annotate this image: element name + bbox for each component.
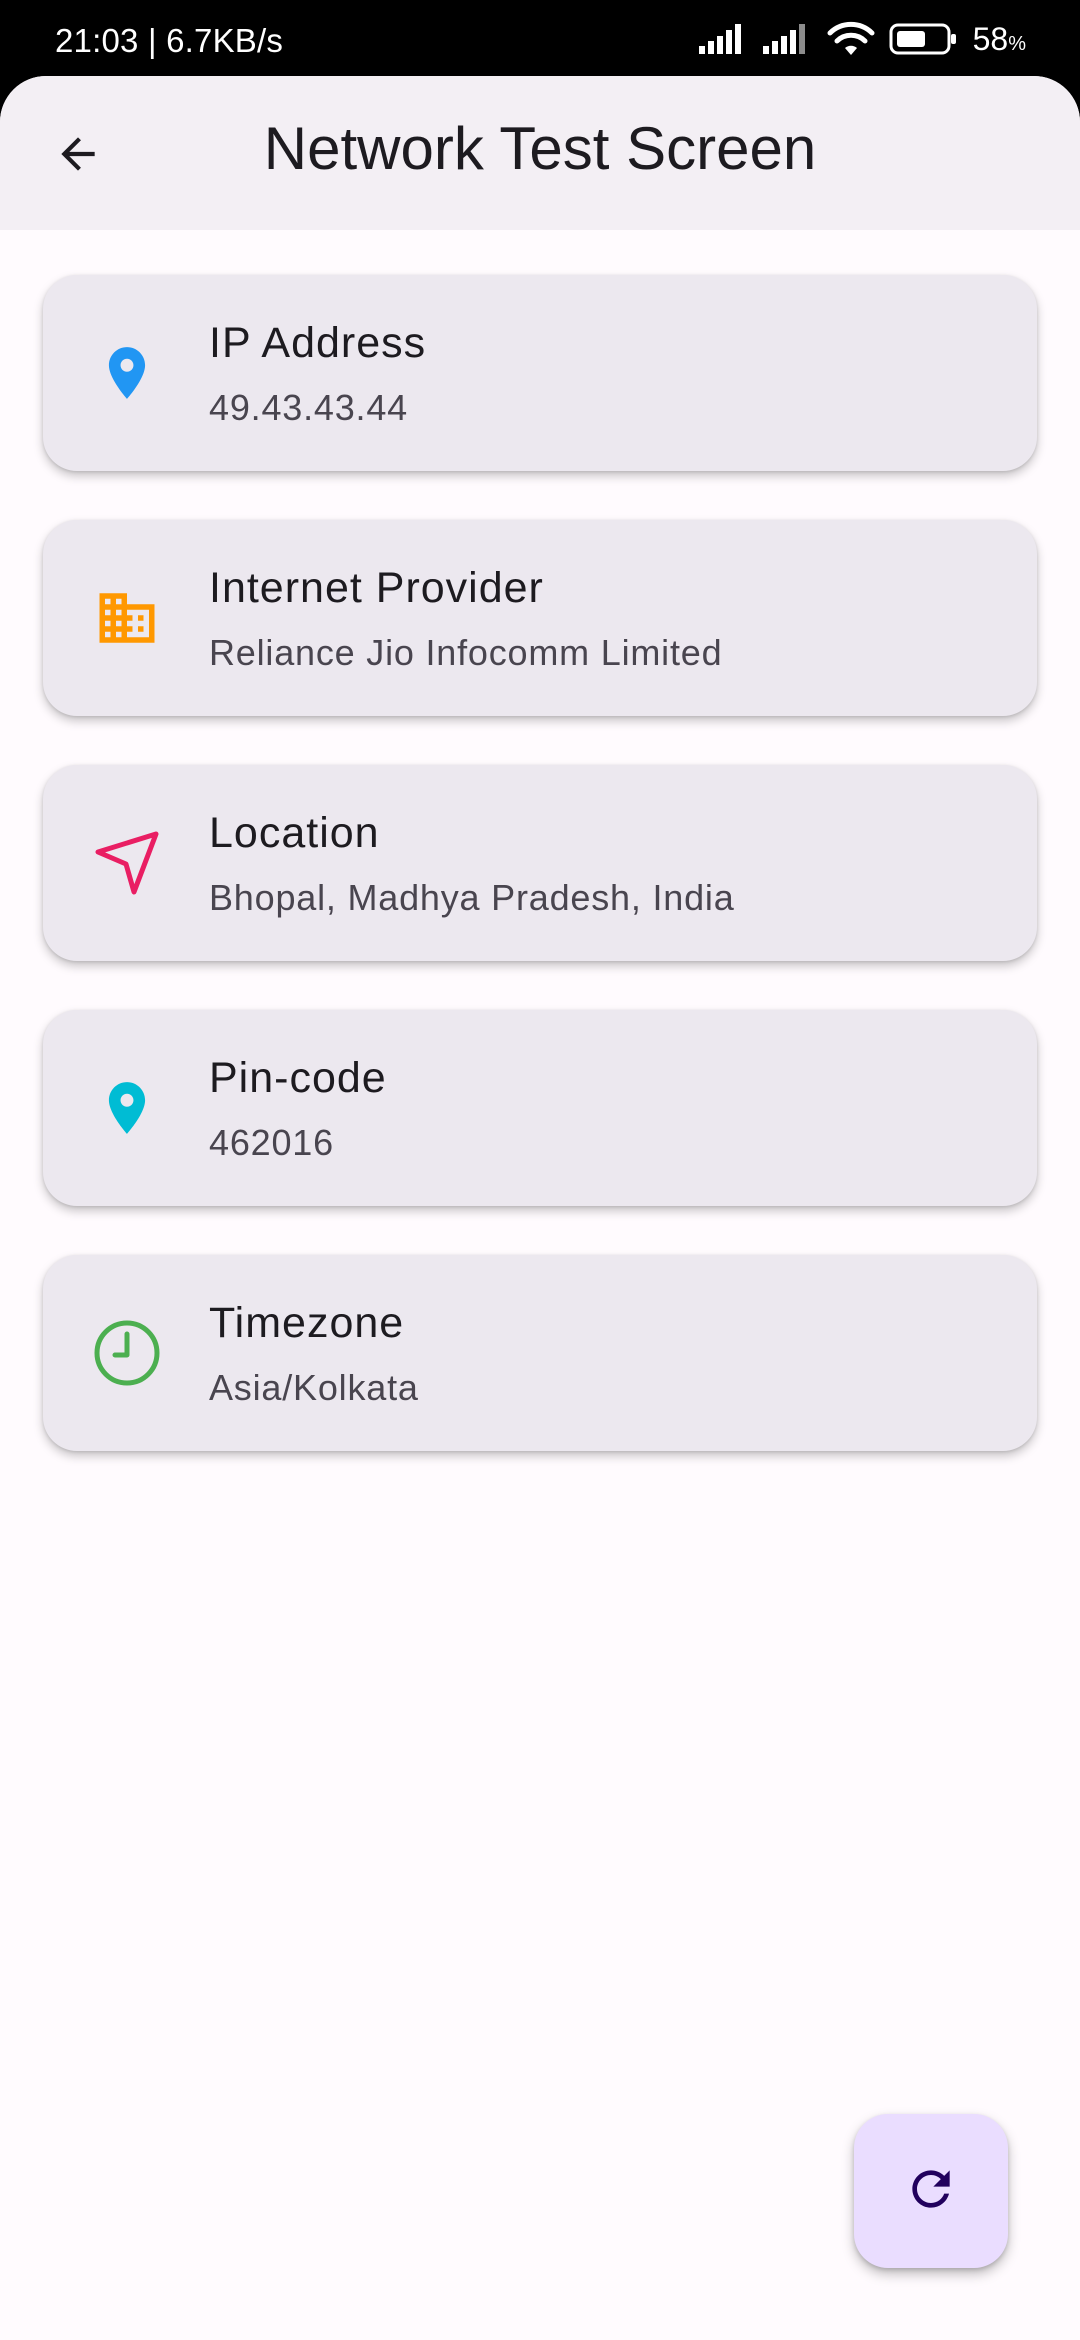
refresh-button[interactable] xyxy=(854,2114,1008,2268)
card-value: Reliance Jio Infocomm Limited xyxy=(209,632,723,673)
location-pin-icon xyxy=(89,335,165,411)
status-time-speed: 21:03 | 6.7KB/s xyxy=(55,22,284,59)
info-card-pin-code: Pin-code 462016 xyxy=(43,1010,1037,1206)
info-card-ip-address: IP Address 49.43.43.44 xyxy=(43,275,1037,471)
card-title: IP Address xyxy=(209,319,427,367)
signal-icon xyxy=(698,24,749,54)
wifi-icon xyxy=(827,21,875,57)
signal-icon xyxy=(762,24,813,54)
info-card-location: Location Bhopal, Madhya Pradesh, India xyxy=(43,765,1037,961)
card-value: 49.43.43.44 xyxy=(209,387,408,428)
card-value: 462016 xyxy=(209,1122,334,1163)
status-bar: 21:03 | 6.7KB/s 58% xyxy=(0,0,1080,76)
app-screen: Network Test Screen IP Address 49.43.43.… xyxy=(0,76,1080,2340)
battery-percent-value: 58 xyxy=(972,20,1009,57)
battery-icon xyxy=(889,23,959,55)
card-title: Timezone xyxy=(209,1299,405,1347)
clock-icon xyxy=(89,1315,165,1391)
card-title: Location xyxy=(209,809,380,857)
card-value: Asia/Kolkata xyxy=(209,1367,419,1408)
status-icons: 58% xyxy=(698,18,1026,60)
navigation-icon xyxy=(89,825,165,901)
card-title: Pin-code xyxy=(209,1054,387,1102)
battery-percentage: 58% xyxy=(973,21,1026,58)
info-card-timezone: Timezone Asia/Kolkata xyxy=(43,1255,1037,1451)
refresh-icon xyxy=(903,2161,959,2222)
location-pin-icon xyxy=(89,1070,165,1146)
battery-percent-unit: % xyxy=(1008,32,1026,55)
card-title: Internet Provider xyxy=(209,564,544,612)
card-value: Bhopal, Madhya Pradesh, India xyxy=(209,877,735,918)
info-card-internet-provider: Internet Provider Reliance Jio Infocomm … xyxy=(43,520,1037,716)
business-icon xyxy=(89,580,165,656)
page-title: Network Test Screen xyxy=(263,115,817,182)
app-bar: Network Test Screen xyxy=(0,76,1080,230)
